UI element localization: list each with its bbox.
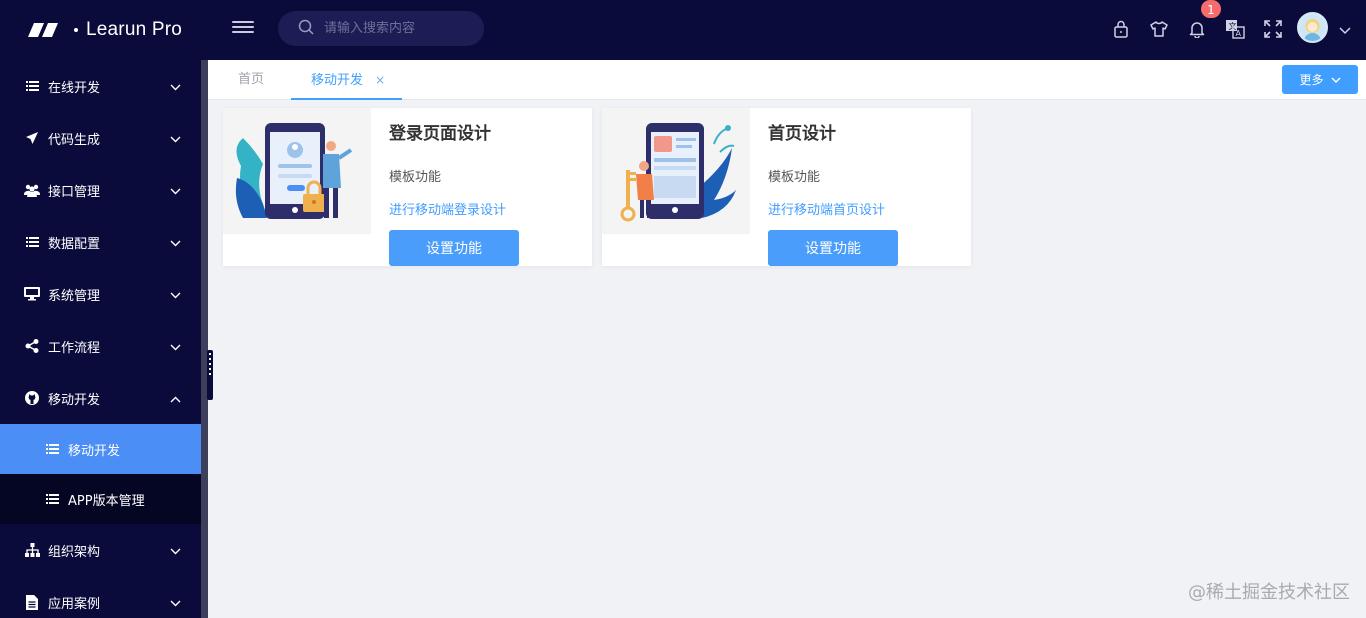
skin-shirt-icon[interactable] (1147, 17, 1171, 41)
logo-separator (74, 28, 78, 32)
list-icon (46, 444, 60, 454)
logo-mark-icon (28, 23, 64, 37)
chevron-down-icon (170, 80, 181, 95)
sidebar-nav: 在线开发 代码生成 接口管理 数据配置 系统管理 工作流程 移动开发 移动开发 … (0, 60, 201, 618)
menu-toggle-icon[interactable] (232, 18, 254, 40)
chevron-down-icon (170, 596, 181, 611)
chevron-down-icon (170, 132, 181, 147)
tab-bar: 首页 移动开发 × 更多 (208, 60, 1366, 100)
more-button-label: 更多 (1299, 73, 1324, 87)
sidebar-item-system[interactable]: 系统管理 (0, 268, 201, 320)
sidebar-item-label: 接口管理 (48, 184, 101, 200)
chevron-down-icon (170, 236, 181, 251)
card-subtitle: 模板功能 (768, 170, 821, 185)
github-icon (24, 390, 40, 406)
user-avatar[interactable] (1297, 12, 1328, 43)
card-title: 首页设计 (768, 124, 836, 144)
users-icon (24, 182, 40, 198)
sidebar-item-data-config[interactable]: 数据配置 (0, 216, 201, 268)
chevron-down-icon (170, 184, 181, 199)
sidebar-item-org[interactable]: 组织架构 (0, 524, 201, 576)
sitemap-icon (24, 542, 40, 558)
list-icon (24, 234, 40, 250)
search-input[interactable] (324, 21, 474, 36)
sidebar-item-label: 应用案例 (48, 596, 101, 612)
sidebar-item-label: 系统管理 (48, 288, 101, 304)
chevron-down-icon[interactable] (1339, 20, 1351, 39)
card-link[interactable]: 进行移动端登录设计 (389, 199, 506, 218)
card-title: 登录页面设计 (389, 124, 491, 144)
app-title: Learun Pro (86, 19, 183, 40)
chevron-down-icon (170, 288, 181, 303)
sidebar-subitem-label: APP版本管理 (68, 493, 145, 509)
bell-icon[interactable] (1185, 17, 1209, 41)
tab-mobile-dev[interactable]: 移动开发 × (291, 60, 402, 100)
setup-function-button[interactable]: 设置功能 (389, 230, 519, 266)
login-illustration (223, 108, 371, 234)
sidebar-item-code-gen[interactable]: 代码生成 (0, 112, 201, 164)
fullscreen-icon[interactable] (1261, 17, 1285, 41)
setup-function-button[interactable]: 设置功能 (768, 230, 898, 266)
sidebar-item-api[interactable]: 接口管理 (0, 164, 201, 216)
home-illustration (602, 108, 750, 234)
sidebar-subitem-app-version[interactable]: APP版本管理 (0, 474, 201, 524)
close-icon[interactable]: × (375, 73, 385, 87)
card-subtitle: 模板功能 (389, 170, 442, 185)
watermark: @稀土掘金技术社区 (1188, 582, 1350, 603)
tab-home[interactable]: 首页 (238, 60, 264, 100)
search-icon (298, 19, 314, 39)
sidebar-item-workflow[interactable]: 工作流程 (0, 320, 201, 372)
sidebar-item-label: 工作流程 (48, 340, 101, 356)
sidebar-item-label: 组织架构 (48, 544, 101, 560)
sidebar-item-label: 在线开发 (48, 80, 101, 96)
sidebar-item-label: 数据配置 (48, 236, 101, 252)
sidebar: 在线开发 代码生成 接口管理 数据配置 系统管理 工作流程 移动开发 移动开发 … (0, 60, 213, 618)
sidebar-subitem-mobile-dev[interactable]: 移动开发 (0, 424, 201, 474)
chevron-down-icon (170, 544, 181, 559)
template-card-login: 登录页面设计 模板功能 进行移动端登录设计 设置功能 (223, 108, 592, 266)
sidebar-resize-handle[interactable] (207, 350, 213, 400)
notification-badge: 1 (1200, 0, 1222, 19)
sidebar-item-app-cases[interactable]: 应用案例 (0, 576, 201, 618)
sidebar-item-mobile-dev[interactable]: 移动开发 (0, 372, 201, 424)
more-button[interactable]: 更多 (1282, 65, 1358, 94)
chevron-down-icon (1331, 77, 1340, 83)
monitor-icon (24, 286, 40, 302)
search-box[interactable] (278, 11, 484, 46)
lock-icon[interactable] (1109, 17, 1133, 41)
sidebar-item-online-dev[interactable]: 在线开发 (0, 60, 201, 112)
share-icon (24, 338, 40, 354)
chevron-down-icon (170, 340, 181, 355)
app-logo[interactable]: Learun Pro (28, 16, 182, 44)
top-header: Learun Pro 1 文A (0, 0, 1366, 60)
list-icon (46, 494, 60, 504)
list-icon (24, 78, 40, 94)
sidebar-item-label: 移动开发 (48, 392, 101, 408)
document-icon (24, 594, 40, 610)
card-link[interactable]: 进行移动端首页设计 (768, 199, 885, 218)
template-card-home: 首页设计 模板功能 进行移动端首页设计 设置功能 (602, 108, 971, 266)
svg-text:A: A (1236, 29, 1242, 38)
tab-label: 移动开发 (311, 73, 364, 88)
paper-plane-icon (24, 130, 40, 146)
chevron-up-icon (170, 392, 181, 407)
sidebar-subitem-label: 移动开发 (68, 443, 121, 459)
translate-icon[interactable]: 文A (1223, 17, 1247, 41)
sidebar-item-label: 代码生成 (48, 132, 101, 148)
sidebar-scrollbar[interactable] (201, 60, 208, 618)
